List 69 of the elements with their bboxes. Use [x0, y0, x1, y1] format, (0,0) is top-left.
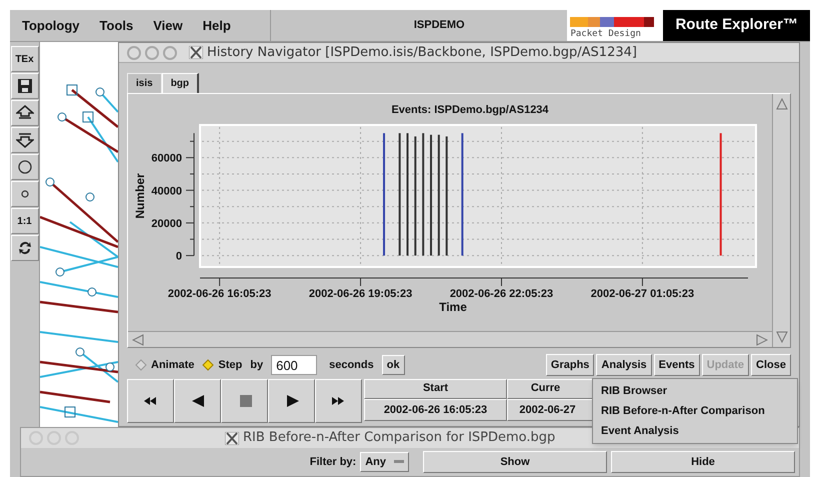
- menu-item[interactable]: View: [153, 16, 183, 36]
- house-arrow-up-icon: [16, 105, 34, 121]
- tab[interactable]: isis: [127, 73, 162, 93]
- transport-button[interactable]: [127, 379, 174, 423]
- tool-button[interactable]: [10, 235, 38, 261]
- transport-button[interactable]: [268, 379, 315, 423]
- scroll-left-icon: [132, 334, 144, 346]
- circle-icon: [18, 160, 32, 174]
- unit-label: seconds: [329, 358, 374, 373]
- refresh-icon: [16, 240, 32, 256]
- radio-label: Step: [218, 358, 242, 373]
- radio-button[interactable]: [135, 359, 147, 371]
- vertical-scrollbar[interactable]: [772, 94, 790, 347]
- color-bars-icon: [570, 17, 654, 27]
- action-button[interactable]: Graphs: [546, 354, 594, 376]
- window-button[interactable]: Show: [423, 451, 607, 473]
- y-tick-label: 40000: [151, 184, 182, 197]
- x-tick-label: 2002-06-26 16:05:23: [168, 288, 272, 300]
- scroll-up-icon: [776, 98, 788, 110]
- filter-label: Filter by:: [310, 454, 356, 470]
- table-cell: 2002-06-26 16:05:23: [364, 399, 507, 421]
- window-button[interactable]: Hide: [611, 451, 795, 473]
- menu-item[interactable]: Topology: [22, 16, 80, 36]
- action-button[interactable]: Analysis: [596, 354, 652, 376]
- x-tick-label: 2002-06-26 22:05:23: [450, 288, 554, 300]
- x-axis-label: Time: [439, 300, 467, 312]
- radio-button[interactable]: [202, 359, 214, 371]
- x-logo-icon: [189, 46, 203, 59]
- save-icon: [16, 78, 32, 94]
- tool-button[interactable]: [10, 127, 38, 153]
- tool-button[interactable]: [10, 154, 38, 180]
- x-logo-icon: [225, 432, 239, 444]
- transport-button[interactable]: [315, 379, 362, 423]
- tool-button[interactable]: [10, 73, 38, 99]
- menu-item[interactable]: Tools: [100, 16, 134, 36]
- tool-button[interactable]: TEx: [10, 46, 38, 72]
- column-header: Start: [364, 379, 507, 399]
- y-tick-label: 60000: [151, 152, 182, 164]
- y-axis-label: Number: [133, 172, 147, 218]
- house-arrow-down-icon: [16, 132, 34, 148]
- dropdown-icon: [394, 460, 404, 464]
- y-tick-label: 20000: [151, 217, 182, 230]
- small-circle-icon: [20, 190, 28, 198]
- tool-button[interactable]: [10, 181, 38, 207]
- tool-button[interactable]: [10, 100, 38, 126]
- horizontal-scrollbar[interactable]: [128, 331, 772, 347]
- product-name: Route Explorer™: [675, 15, 798, 36]
- menu-option[interactable]: Event Analysis: [593, 421, 797, 441]
- filter-dropdown[interactable]: Any: [360, 452, 409, 472]
- transport-button[interactable]: [174, 379, 221, 423]
- app-title: ISPDEMO: [412, 18, 465, 34]
- company-name: Packet Design: [570, 28, 642, 41]
- window-title: History Navigator [ISPDemo.isis/Backbone, ISPDemo.bgp/AS1234]: [207, 44, 637, 62]
- x-tick-label: 2002-06-27 01:05:23: [590, 288, 694, 300]
- step-input[interactable]: 600: [271, 355, 318, 375]
- window-title: RIB Before-n-After Comparison for ISPDemo.bgp: [243, 429, 556, 448]
- chart-title: Events: ISPDemo.bgp/AS1234: [391, 103, 549, 118]
- y-tick-label: 0: [176, 250, 182, 262]
- step-by-label: by: [250, 358, 264, 373]
- x-tick-label: 2002-06-26 19:05:23: [308, 288, 412, 300]
- action-button[interactable]: Events: [654, 354, 700, 376]
- menu-item[interactable]: Help: [202, 16, 231, 36]
- scroll-right-icon: [756, 334, 768, 346]
- ok-button[interactable]: ok: [382, 355, 405, 375]
- tab[interactable]: bgp: [162, 73, 200, 93]
- radio-label: Animate: [151, 358, 194, 373]
- action-button[interactable]: Close: [751, 354, 791, 376]
- scroll-down-icon: [776, 331, 788, 343]
- tool-button[interactable]: 1:1: [10, 208, 38, 234]
